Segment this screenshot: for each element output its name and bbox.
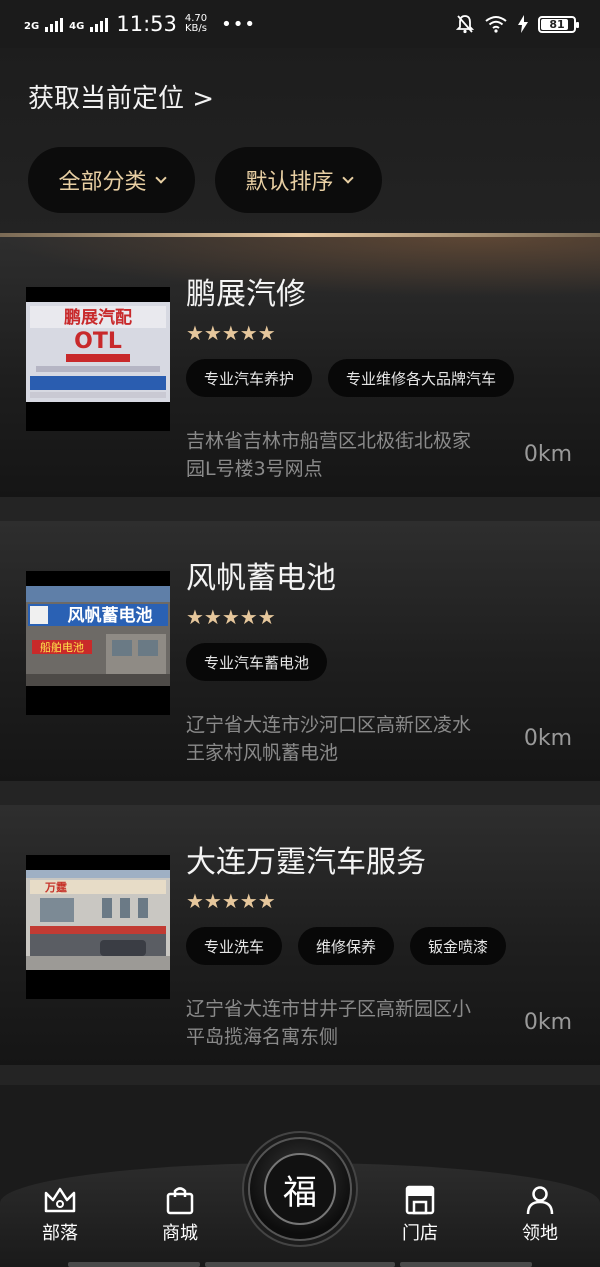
store-photo: 鹏展汽配 OTL — [26, 287, 170, 431]
sign-brand: OTL — [74, 329, 122, 354]
store-tag: 专业汽车养护 — [186, 359, 313, 397]
store-name: 风帆蓄电池 — [186, 561, 336, 596]
store-card[interactable]: 万霆 大连万霆汽车服务 ★★★★★ 专业洗车 维修保养 钣金喷漆 辽宁省大连市甘… — [0, 805, 600, 1065]
fu-logo: 福 — [264, 1153, 336, 1225]
network-speed: 4.70 KB/s — [185, 14, 207, 34]
store-address: 吉林省吉林市船营区北极街北极家园L号楼3号网点 — [186, 430, 472, 480]
store-tag: 专业洗车 — [186, 927, 283, 965]
speed-unit: KB/s — [185, 23, 207, 34]
charging-icon — [518, 15, 528, 33]
card-separator — [0, 497, 600, 521]
nav-item-mall[interactable]: 商城 — [135, 1185, 225, 1245]
user-icon — [526, 1186, 554, 1215]
home-indicator-segment — [68, 1262, 200, 1267]
storefront-icon — [405, 1185, 435, 1215]
sign-sub: 船舶电池 — [40, 640, 84, 654]
chevron-down-icon — [154, 172, 167, 184]
nav-item-store[interactable]: 门店 — [375, 1185, 465, 1245]
store-name: 鹏展汽修 — [186, 277, 306, 312]
store-tags: 专业汽车养护 专业维修各大品牌汽车 — [186, 359, 515, 397]
more-dots: ••• — [221, 13, 256, 35]
store-tags: 专业汽车蓄电池 — [186, 643, 328, 681]
sort-filter-button[interactable]: 默认排序 — [215, 147, 382, 213]
status-bar: 2G 4G 11:53 4.70 KB/s ••• 81 — [0, 0, 600, 48]
signal-icon — [90, 16, 109, 32]
store-address: 辽宁省大连市沙河口区高新区凌水王家村风帆蓄电池 — [186, 714, 472, 764]
home-indicator-segment — [205, 1262, 395, 1267]
wifi-icon — [485, 16, 507, 33]
store-distance: 0km — [523, 1010, 572, 1035]
battery-level: 81 — [549, 17, 565, 31]
network-indicators: 2G 4G — [24, 16, 109, 32]
store-tag: 维修保养 — [298, 927, 395, 965]
sign-text: 风帆蓄电池 — [68, 605, 153, 626]
sort-filter-label: 默认排序 — [245, 170, 334, 195]
mute-bell-icon — [456, 15, 474, 34]
get-location-link[interactable]: 获取当前定位 > — [28, 78, 214, 115]
star-rating: ★★★★★ — [186, 889, 276, 913]
store-address: 辽宁省大连市甘井子区高新园区小平岛揽海名寓东侧 — [186, 998, 472, 1048]
nav-label: 领地 — [522, 1223, 558, 1244]
crown-icon — [44, 1187, 76, 1213]
store-photo: 万霆 — [26, 855, 170, 999]
nav-item-territory[interactable]: 领地 — [495, 1185, 585, 1245]
store-tags: 专业洗车 维修保养 钣金喷漆 — [186, 927, 507, 965]
battery-icon: 81 — [538, 15, 579, 33]
store-tag: 钣金喷漆 — [410, 927, 507, 965]
store-name: 大连万霆汽车服务 — [186, 845, 426, 880]
store-distance: 0km — [523, 726, 572, 751]
store-card[interactable]: 风帆蓄电池 船舶电池 风帆蓄电池 ★★★★★ 专业汽车蓄电池 辽宁省大连市沙河口… — [0, 521, 600, 781]
network-type-1: 2G — [24, 21, 40, 32]
category-filter-label: 全部分类 — [58, 170, 147, 195]
shopping-bag-icon — [166, 1187, 194, 1215]
network-type-2: 4G — [69, 21, 85, 32]
store-tag: 专业汽车蓄电池 — [186, 643, 328, 681]
center-fu-button[interactable]: 福 — [248, 1137, 352, 1241]
nav-label: 商城 — [162, 1223, 198, 1244]
card-separator — [0, 1065, 600, 1085]
header: 获取当前定位 > 全部分类 默认排序 — [0, 48, 600, 233]
signal-icon — [45, 16, 64, 32]
store-photo: 风帆蓄电池 船舶电池 — [26, 571, 170, 715]
nav-label: 部落 — [42, 1223, 78, 1244]
chevron-down-icon — [341, 172, 354, 184]
star-rating: ★★★★★ — [186, 321, 276, 345]
store-tag: 专业维修各大品牌汽车 — [328, 359, 515, 397]
star-rating: ★★★★★ — [186, 605, 276, 629]
store-distance: 0km — [523, 442, 572, 467]
sign-text: 万霆 — [44, 881, 67, 894]
category-filter-button[interactable]: 全部分类 — [28, 147, 195, 213]
store-card[interactable]: 鹏展汽配 OTL 鹏展汽修 ★★★★★ 专业汽车养护 专业维修各大品牌汽车 吉林… — [0, 237, 600, 497]
card-separator — [0, 781, 600, 805]
home-indicator-segment — [400, 1262, 532, 1267]
nav-label: 门店 — [402, 1223, 438, 1244]
nav-item-tribe[interactable]: 部落 — [15, 1185, 105, 1245]
sign-text: 鹏展汽配 — [64, 307, 132, 328]
clock: 11:53 — [116, 12, 177, 36]
